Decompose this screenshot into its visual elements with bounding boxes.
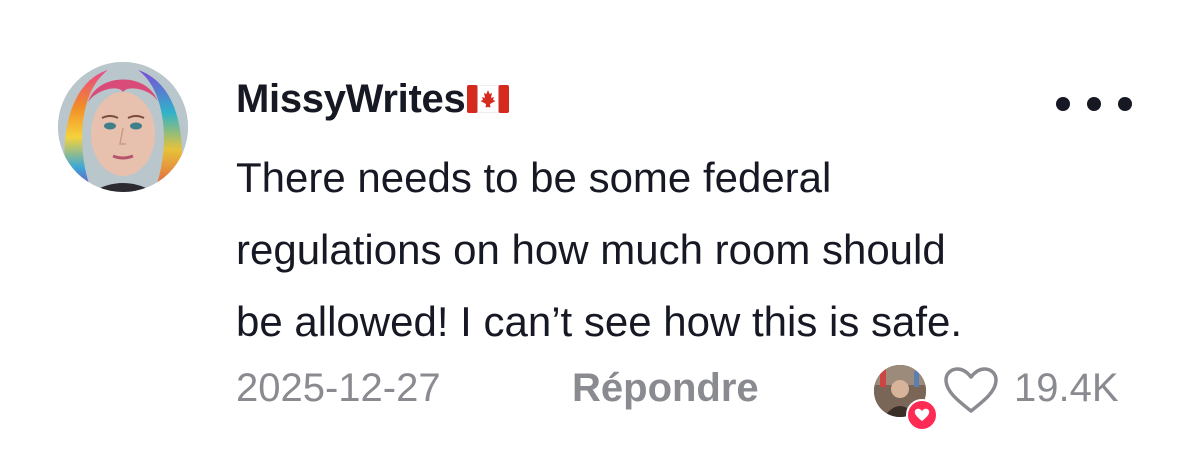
username-row: MissyWrites (236, 72, 510, 126)
comment-text-line: be allowed! I can’t see how this is safe… (236, 298, 963, 345)
more-dot (1118, 97, 1132, 111)
canada-flag-icon (466, 84, 510, 114)
heart-badge-icon (906, 399, 938, 431)
comment-text-line: regulations on how much room should (236, 226, 946, 273)
more-options-icon[interactable] (1056, 92, 1132, 116)
heart-outline-icon[interactable] (942, 366, 1000, 416)
like-count: 19.4K (1014, 366, 1119, 410)
more-dot (1056, 97, 1070, 111)
username[interactable]: MissyWrites (236, 77, 466, 122)
comment-footer: 2025-12-27 Répondre 19.4K (236, 360, 1136, 431)
creator-liked-indicator (874, 365, 938, 431)
more-dot (1087, 97, 1101, 111)
comment-text-line: There needs to be some federal (236, 154, 832, 201)
comment-item: MissyWrites There needs to be some feder… (0, 0, 1200, 470)
avatar[interactable] (58, 62, 188, 192)
comment-date: 2025-12-27 (236, 366, 441, 410)
reply-button[interactable]: Répondre (572, 366, 759, 411)
comment-text: There needs to be some federal regulatio… (236, 142, 1136, 358)
